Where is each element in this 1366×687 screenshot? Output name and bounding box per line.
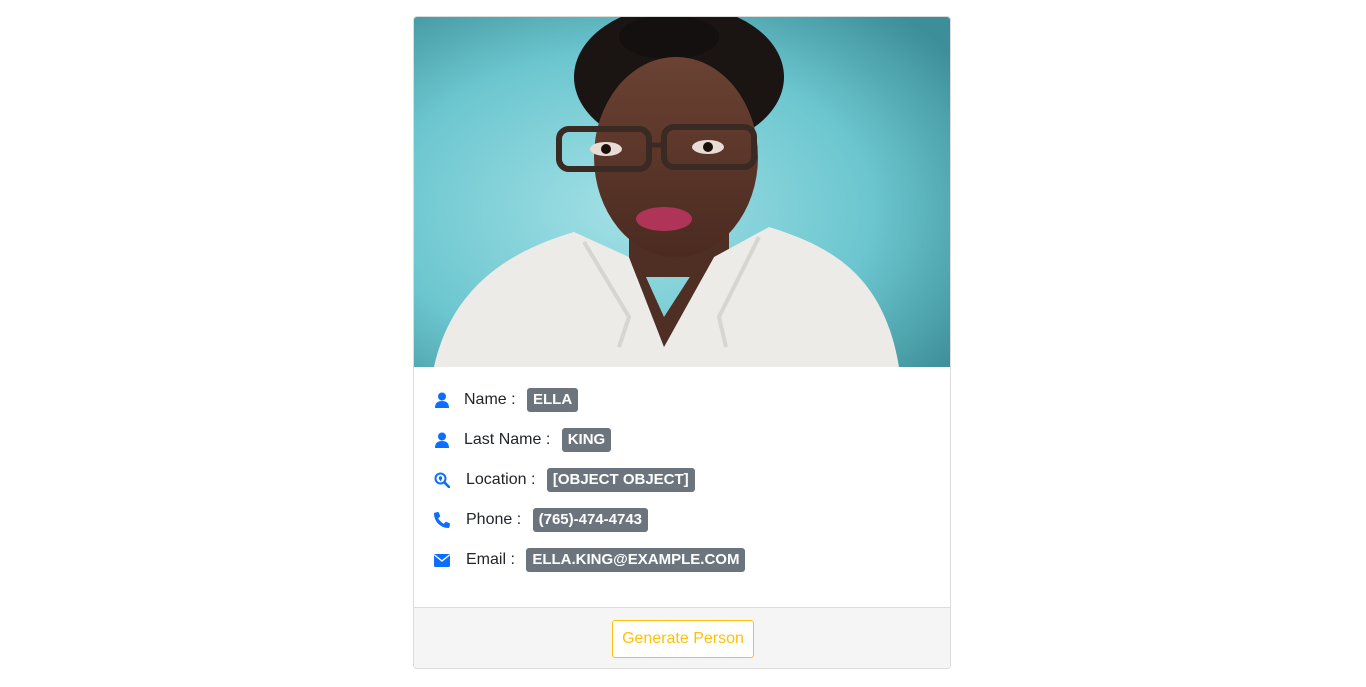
phone-row: Phone : (765)-474-4743 xyxy=(434,507,649,533)
name-label: Name : xyxy=(464,391,521,408)
last-name-label: Last Name : xyxy=(464,431,555,448)
person-card: Name : Ella Last Name : King Location : … xyxy=(413,16,951,669)
phone-label: Phone : xyxy=(466,511,526,528)
search-location-icon xyxy=(434,472,450,488)
location-label: Location : xyxy=(466,471,540,488)
phone-value-badge: (765)-474-4743 xyxy=(532,508,649,532)
location-value-badge: [object Object] xyxy=(546,468,695,492)
envelope-icon xyxy=(434,552,450,568)
card-footer: Generate Person xyxy=(414,607,950,668)
user-icon xyxy=(434,392,450,408)
location-row: Location : [object Object] xyxy=(434,467,695,493)
email-row: Email : ella.king@example.com xyxy=(434,547,746,573)
last-name-row: Last Name : King xyxy=(434,427,612,453)
name-row: Name : Ella xyxy=(434,387,579,413)
phone-icon xyxy=(434,512,450,528)
name-value-badge: Ella xyxy=(527,388,579,412)
generate-person-button[interactable]: Generate Person xyxy=(612,620,754,658)
last-name-value-badge: King xyxy=(561,428,612,452)
email-label: Email : xyxy=(466,551,520,568)
user-icon xyxy=(434,432,450,448)
profile-photo xyxy=(414,17,950,367)
email-value-badge: ella.king@example.com xyxy=(526,548,746,572)
